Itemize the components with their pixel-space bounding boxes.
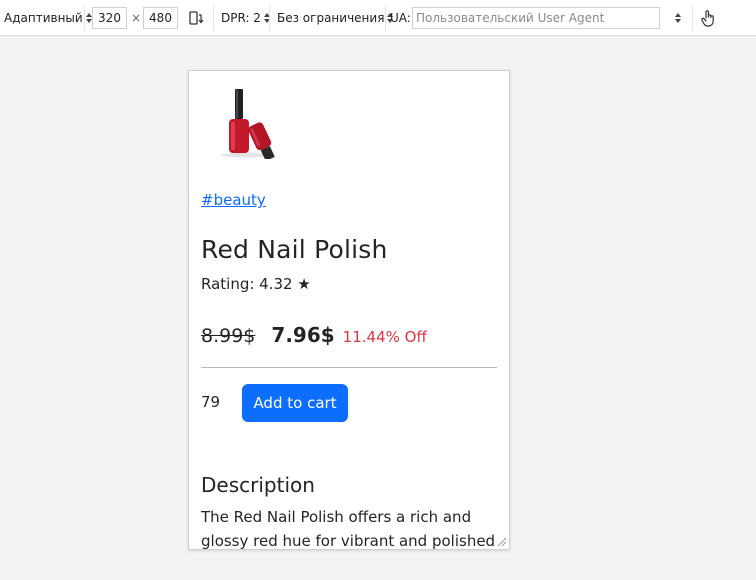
toolbar-divider (269, 6, 270, 31)
description-text: The Red Nail Polish offers a rich and gl… (201, 508, 496, 550)
new-price: 7.96$ (271, 323, 335, 347)
product-image (203, 79, 283, 161)
throttling-select[interactable]: Без ограничения (277, 0, 394, 36)
toolbar-divider (692, 6, 693, 31)
dpr-select[interactable]: DPR: 2 (221, 0, 270, 36)
user-agent-chevron-icon (675, 13, 681, 23)
hand-pointer-icon (701, 10, 714, 27)
toolbar-divider (213, 6, 214, 31)
price-row: 8.99$ 7.96$ 11.44% Off (201, 323, 427, 347)
toolbar-divider (84, 6, 85, 31)
nail-polish-icon (221, 89, 275, 161)
rotate-button[interactable] (188, 0, 204, 36)
description-heading: Description (201, 473, 315, 497)
toolbar-divider (385, 6, 386, 31)
device-mode-label: Адаптивный (4, 11, 83, 25)
stock-quantity: 79 (201, 393, 221, 411)
product-title: Red Nail Polish (201, 235, 388, 264)
width-input[interactable]: 320 (92, 7, 127, 29)
device-mode-chevron-icon (85, 13, 92, 23)
dpr-label: DPR: 2 (221, 11, 261, 25)
height-input[interactable]: 480 (143, 7, 178, 29)
add-to-cart-button[interactable]: Add to cart (242, 384, 348, 422)
device-mode-select[interactable]: Адаптивный (4, 0, 92, 36)
category-tag-link[interactable]: #beauty (201, 191, 266, 209)
discount-badge: 11.44% Off (342, 328, 427, 346)
device-toolbar: Адаптивный 320 × 480 DPR: 2 Без ограниче… (0, 0, 756, 36)
product-rating: Rating: 4.32 ★ (201, 275, 311, 293)
old-price: 8.99$ (201, 325, 256, 347)
touch-toggle-button[interactable] (700, 0, 716, 36)
divider (201, 367, 497, 368)
user-agent-select[interactable] (672, 0, 681, 36)
dimension-times: × (131, 11, 142, 25)
resize-handle-icon[interactable] (495, 535, 507, 547)
user-agent-input[interactable]: Пользовательский User Agent (412, 7, 660, 29)
ua-label: UA: (390, 11, 411, 25)
throttling-label: Без ограничения (277, 11, 385, 25)
device-viewport: #beauty Red Nail Polish Rating: 4.32 ★ 8… (188, 70, 510, 550)
rotate-icon (189, 11, 204, 25)
